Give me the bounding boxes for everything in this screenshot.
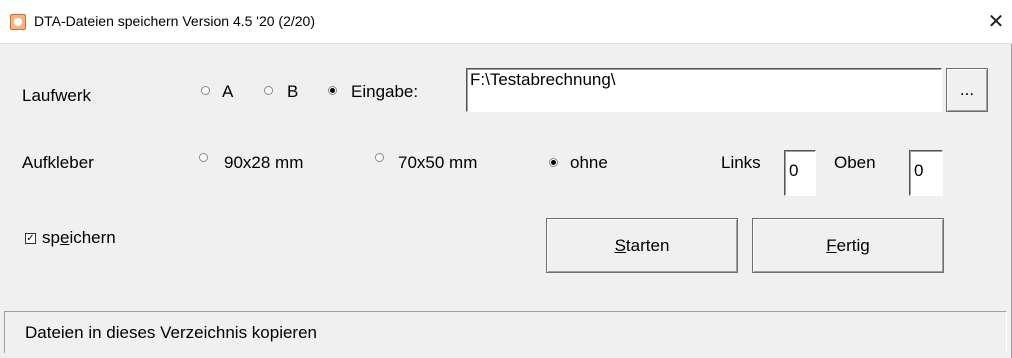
done-button[interactable]: Fertig [752, 218, 944, 273]
status-text: Dateien in dieses Verzeichnis kopieren [25, 323, 318, 342]
radio-drive-b[interactable] [264, 86, 273, 95]
browse-button[interactable]: ... [946, 68, 988, 112]
radio-drive-a-label[interactable]: A [222, 82, 233, 102]
radio-sticker-none-label[interactable]: ohne [570, 153, 608, 173]
drive-label: Laufwerk [22, 86, 91, 105]
window-title: DTA-Dateien speichern Version 4.5 '20 (2… [34, 13, 316, 29]
radio-sticker-90x28[interactable] [199, 153, 208, 162]
radio-drive-input[interactable] [328, 86, 337, 95]
dialog-window: DTA-Dateien speichern Version 4.5 '20 (2… [0, 0, 1012, 358]
browse-button-label: ... [959, 80, 975, 99]
close-button[interactable]: ✕ [980, 6, 1012, 38]
sticker-label: Aufkleber [22, 153, 94, 172]
radio-sticker-70x50[interactable] [375, 153, 384, 162]
status-bar: Dateien in dieses Verzeichnis kopieren [4, 311, 1007, 353]
title-bar: DTA-Dateien speichern Version 4.5 '20 (2… [0, 0, 1012, 44]
start-button[interactable]: Starten [546, 218, 738, 273]
radio-drive-b-label[interactable]: B [287, 82, 298, 102]
radio-drive-a[interactable] [201, 86, 210, 95]
close-icon: ✕ [987, 11, 1005, 33]
links-input[interactable]: 0 [784, 150, 816, 196]
radio-sticker-90x28-label[interactable]: 90x28 mm [224, 153, 303, 173]
oben-input[interactable]: 0 [909, 150, 943, 196]
save-checkbox-label[interactable]: speichern [42, 228, 116, 248]
app-icon [10, 14, 26, 30]
links-label: Links [721, 153, 761, 172]
save-checkbox[interactable]: ✓ [25, 233, 36, 244]
path-input[interactable]: F:\Testabrechnung\ [466, 68, 942, 112]
oben-label: Oben [834, 153, 876, 172]
radio-drive-input-label[interactable]: Eingabe: [351, 82, 418, 102]
radio-sticker-70x50-label[interactable]: 70x50 mm [398, 153, 477, 173]
radio-sticker-none[interactable] [549, 158, 558, 167]
check-icon: ✓ [26, 233, 35, 244]
